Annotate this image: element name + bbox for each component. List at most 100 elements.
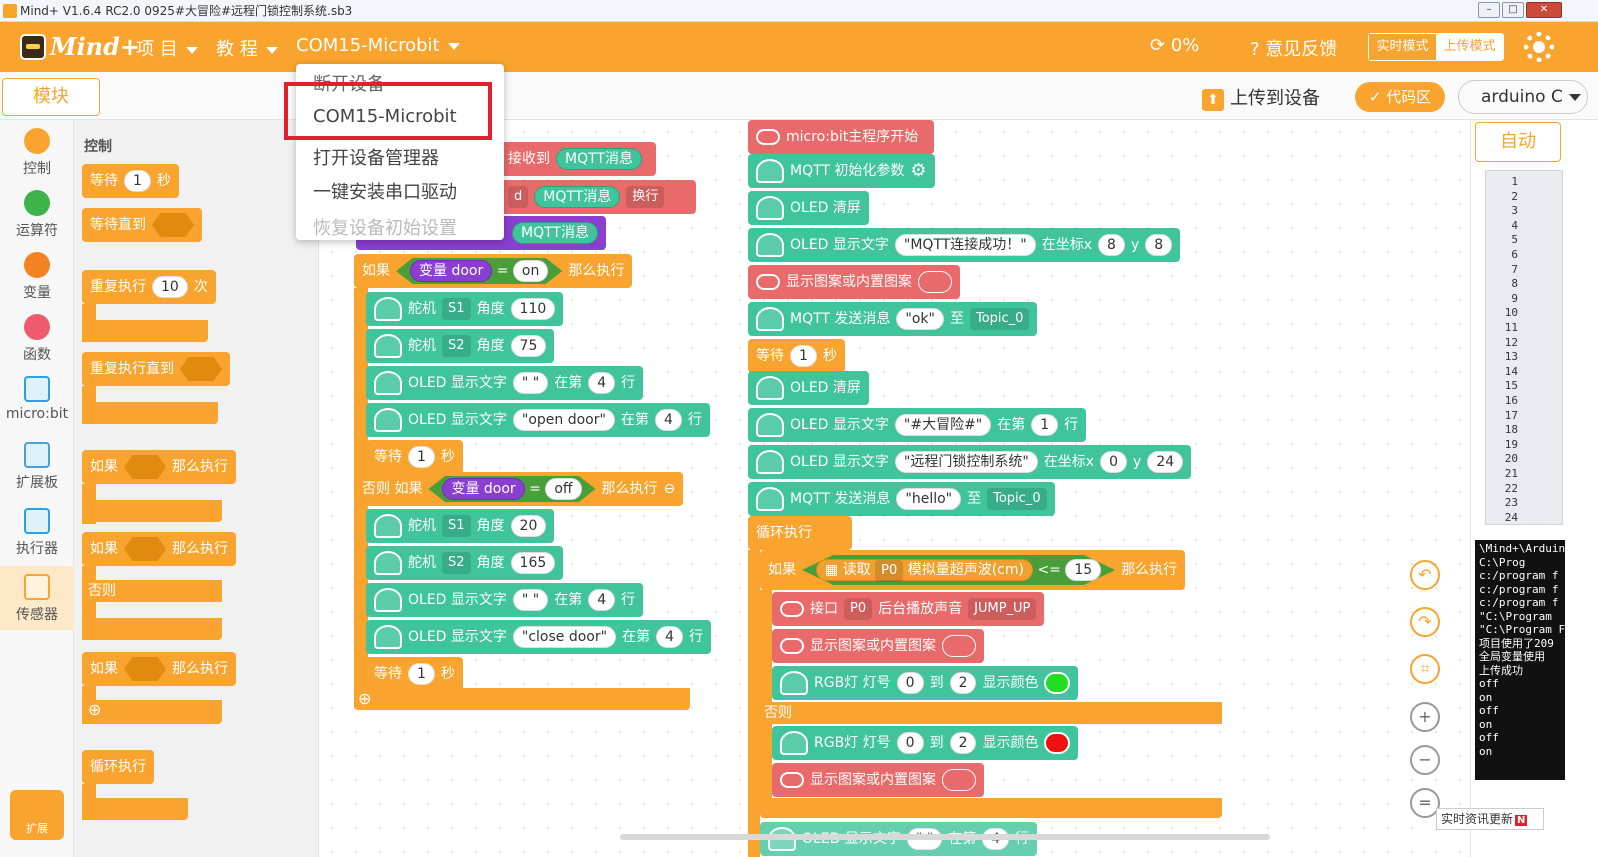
led-to-input[interactable]: 2 [949,672,977,694]
oled-text-block[interactable]: OLED 显示文字 " " 在第 4 行 [366,583,644,617]
led-from-input[interactable]: 0 [896,672,924,694]
pattern-grid-icon[interactable] [942,769,976,791]
palette-repeat-until-block[interactable]: 重复执行直到 [82,352,230,386]
code-editor[interactable]: 1 2 3 4 5 6 7 8 9 10 11 12 13 14 15 16 17 18 19 20 21 22 23 24 [1485,170,1563,525]
x-input[interactable]: 0 [1100,451,1128,473]
wait-1-block[interactable]: 等待 1 秒 [748,339,845,373]
angle-input[interactable]: 20 [510,515,547,537]
topic-dropdown[interactable]: Topic_0 [987,488,1047,510]
servo-s1-20-block[interactable]: 舵机 S1 角度 20 [366,509,555,543]
code-area-toggle[interactable]: ✓ 代码区 [1355,82,1445,112]
rgb-green-block[interactable]: RGB灯 灯号 0 到 2 显示颜色 [772,666,1079,700]
project-menu[interactable]: 项 目 [136,35,198,61]
category-sensors[interactable]: 传感器 [0,566,74,630]
oled-clear-block[interactable]: OLED 清屏 [748,371,869,405]
led-to-input[interactable]: 2 [949,732,977,754]
palette-forever-block[interactable]: 循环执行 [82,750,154,784]
mqtt-message-reporter[interactable]: MQTT消息 [556,148,642,170]
pin-dropdown[interactable]: P0 [875,560,904,582]
message-input[interactable]: "ok" [896,308,944,330]
add-branch-icon[interactable]: ⊕ [82,700,222,724]
language-select[interactable]: arduino C [1458,80,1588,114]
realtime-mode-tab[interactable]: 实时模式 [1369,34,1436,60]
line-input[interactable]: 1 [1031,414,1059,436]
line-input[interactable]: 4 [654,409,682,431]
settings-gear-icon[interactable]: ⚙ [910,154,926,188]
oled-text-xy-block[interactable]: OLED 显示文字 "MQTT连接成功！" 在坐标x 8 y 8 [748,228,1181,262]
topic-dropdown[interactable]: Topic_0 [969,308,1030,330]
palette-if-else-block[interactable]: 如果 那么执行 [82,532,236,566]
oled-clear-block[interactable]: OLED 清屏 [748,191,869,225]
servo-pin-dropdown[interactable]: S2 [442,335,471,357]
less-equal-condition[interactable]: ▦ 读取 P0 模拟量超声波(cm) <= 15 [802,555,1116,585]
menu-item-device-manager[interactable]: 打开设备管理器 [313,144,439,170]
zoom-out-icon[interactable]: − [1410,745,1440,775]
value-on[interactable]: on [512,260,549,282]
text-input[interactable]: "远程门锁控制系统" [894,451,1038,473]
line-input[interactable]: 4 [588,372,616,394]
oled-adventure-block[interactable]: OLED 显示文字 "#大冒险#" 在第 1 行 [748,408,1087,442]
mode-switch[interactable]: 实时模式 上传模式 [1368,33,1504,61]
mqtt-receive-hat[interactable]: 接收到 MQTT消息 [500,142,656,176]
palette-if-then-plus-block[interactable]: 如果 那么执行 [82,652,236,686]
variable-door-reporter[interactable]: 变量 door [410,260,493,282]
block-value[interactable]: 1 [124,170,151,192]
remove-branch-icon[interactable]: ⊖ [664,472,676,506]
wait-input[interactable]: 1 [408,446,435,468]
servo-pin-dropdown[interactable]: S1 [442,515,471,537]
wait-input[interactable]: 1 [408,663,435,685]
wait-1-block[interactable]: 等待 1 秒 [366,440,463,474]
palette-wait-block[interactable]: 等待 1 秒 [82,164,179,198]
upload-to-device-button[interactable]: ⬆ 上传到设备 [1202,84,1320,111]
text-input[interactable]: "MQTT连接成功！" [894,234,1036,256]
show-pattern-block[interactable]: 显示图案或内置图案 [772,763,984,797]
horizontal-scrollbar[interactable] [620,834,1270,840]
led-from-input[interactable]: 0 [896,732,924,754]
undo-icon[interactable]: ↶ [1410,560,1440,590]
color-swatch-red[interactable] [1044,732,1071,754]
zoom-in-icon[interactable]: + [1410,702,1440,732]
pattern-grid-icon[interactable] [942,635,976,657]
x-input[interactable]: 8 [1098,234,1125,256]
angle-input[interactable]: 75 [510,335,547,357]
gear-icon[interactable] [1524,32,1554,62]
block-dropdown[interactable]: d [508,186,529,208]
play-sound-block[interactable]: 接口 P0 后台播放声音 JUMP_UP [772,592,1045,626]
pattern-grid-icon[interactable] [918,271,952,293]
servo-s2-75-block[interactable]: 舵机 S2 角度 75 [366,329,555,363]
upload-mode-tab[interactable]: 上传模式 [1436,34,1503,60]
text-input[interactable]: "close door" [512,626,617,648]
serial-print-block[interactable]: d MQTT消息 换行 [500,180,696,214]
category-actuators[interactable]: 执行器 [0,508,74,558]
line-input[interactable]: 4 [656,626,683,648]
crop-icon[interactable]: ⌗ [1410,654,1440,684]
oled-lock-system-block[interactable]: OLED 显示文字 "远程门锁控制系统" 在坐标x 0 y 24 [748,445,1192,479]
palette-if-block[interactable]: 如果 那么执行 [82,450,236,484]
mqtt-init-block[interactable]: MQTT 初始化参数 ⚙ [748,154,935,188]
category-variables[interactable]: 变量 [0,252,74,302]
category-microbit[interactable]: micro:bit [0,376,74,422]
mqtt-message-reporter[interactable]: MQTT消息 [512,222,598,244]
color-swatch-green[interactable] [1044,672,1071,694]
oled-close-door-block[interactable]: OLED 显示文字 "close door" 在第 4 行 [366,620,711,654]
else-if-door-off-block[interactable]: 否则 如果 变量 door = off 那么执行 ⊖ [354,472,684,506]
show-pattern-block[interactable]: 显示图案或内置图案 [748,265,960,299]
mqtt-message-reporter[interactable]: MQTT消息 [534,186,621,208]
wait-1-block[interactable]: 等待 1 秒 [366,657,463,691]
servo-pin-dropdown[interactable]: S1 [442,298,471,320]
tab-blocks[interactable]: 模块 [2,78,100,116]
equals-condition[interactable]: 变量 door = on [396,258,563,284]
if-door-on-block[interactable]: 如果 变量 door = on 那么执行 [354,254,633,288]
servo-pin-dropdown[interactable]: S2 [442,552,471,574]
y-input[interactable]: 24 [1147,451,1184,473]
palette-wait-until-block[interactable]: 等待直到 [82,208,202,242]
microbit-main-start-hat[interactable]: micro:bit主程序开始 [748,120,934,154]
redo-icon[interactable]: ↷ [1410,607,1440,637]
servo-s1-110-block[interactable]: 舵机 S1 角度 110 [366,292,564,326]
servo-s2-165-block[interactable]: 舵机 S2 角度 165 [366,546,564,580]
tab-auto[interactable]: 自动 [1475,122,1561,162]
serial-console[interactable]: \Mind+\Arduin C:\Prog c:/program f c:/progr… [1475,540,1565,780]
pin-dropdown[interactable]: P0 [844,598,873,620]
show-pattern-block[interactable]: 显示图案或内置图案 [772,629,984,663]
value-off[interactable]: off [545,478,582,500]
